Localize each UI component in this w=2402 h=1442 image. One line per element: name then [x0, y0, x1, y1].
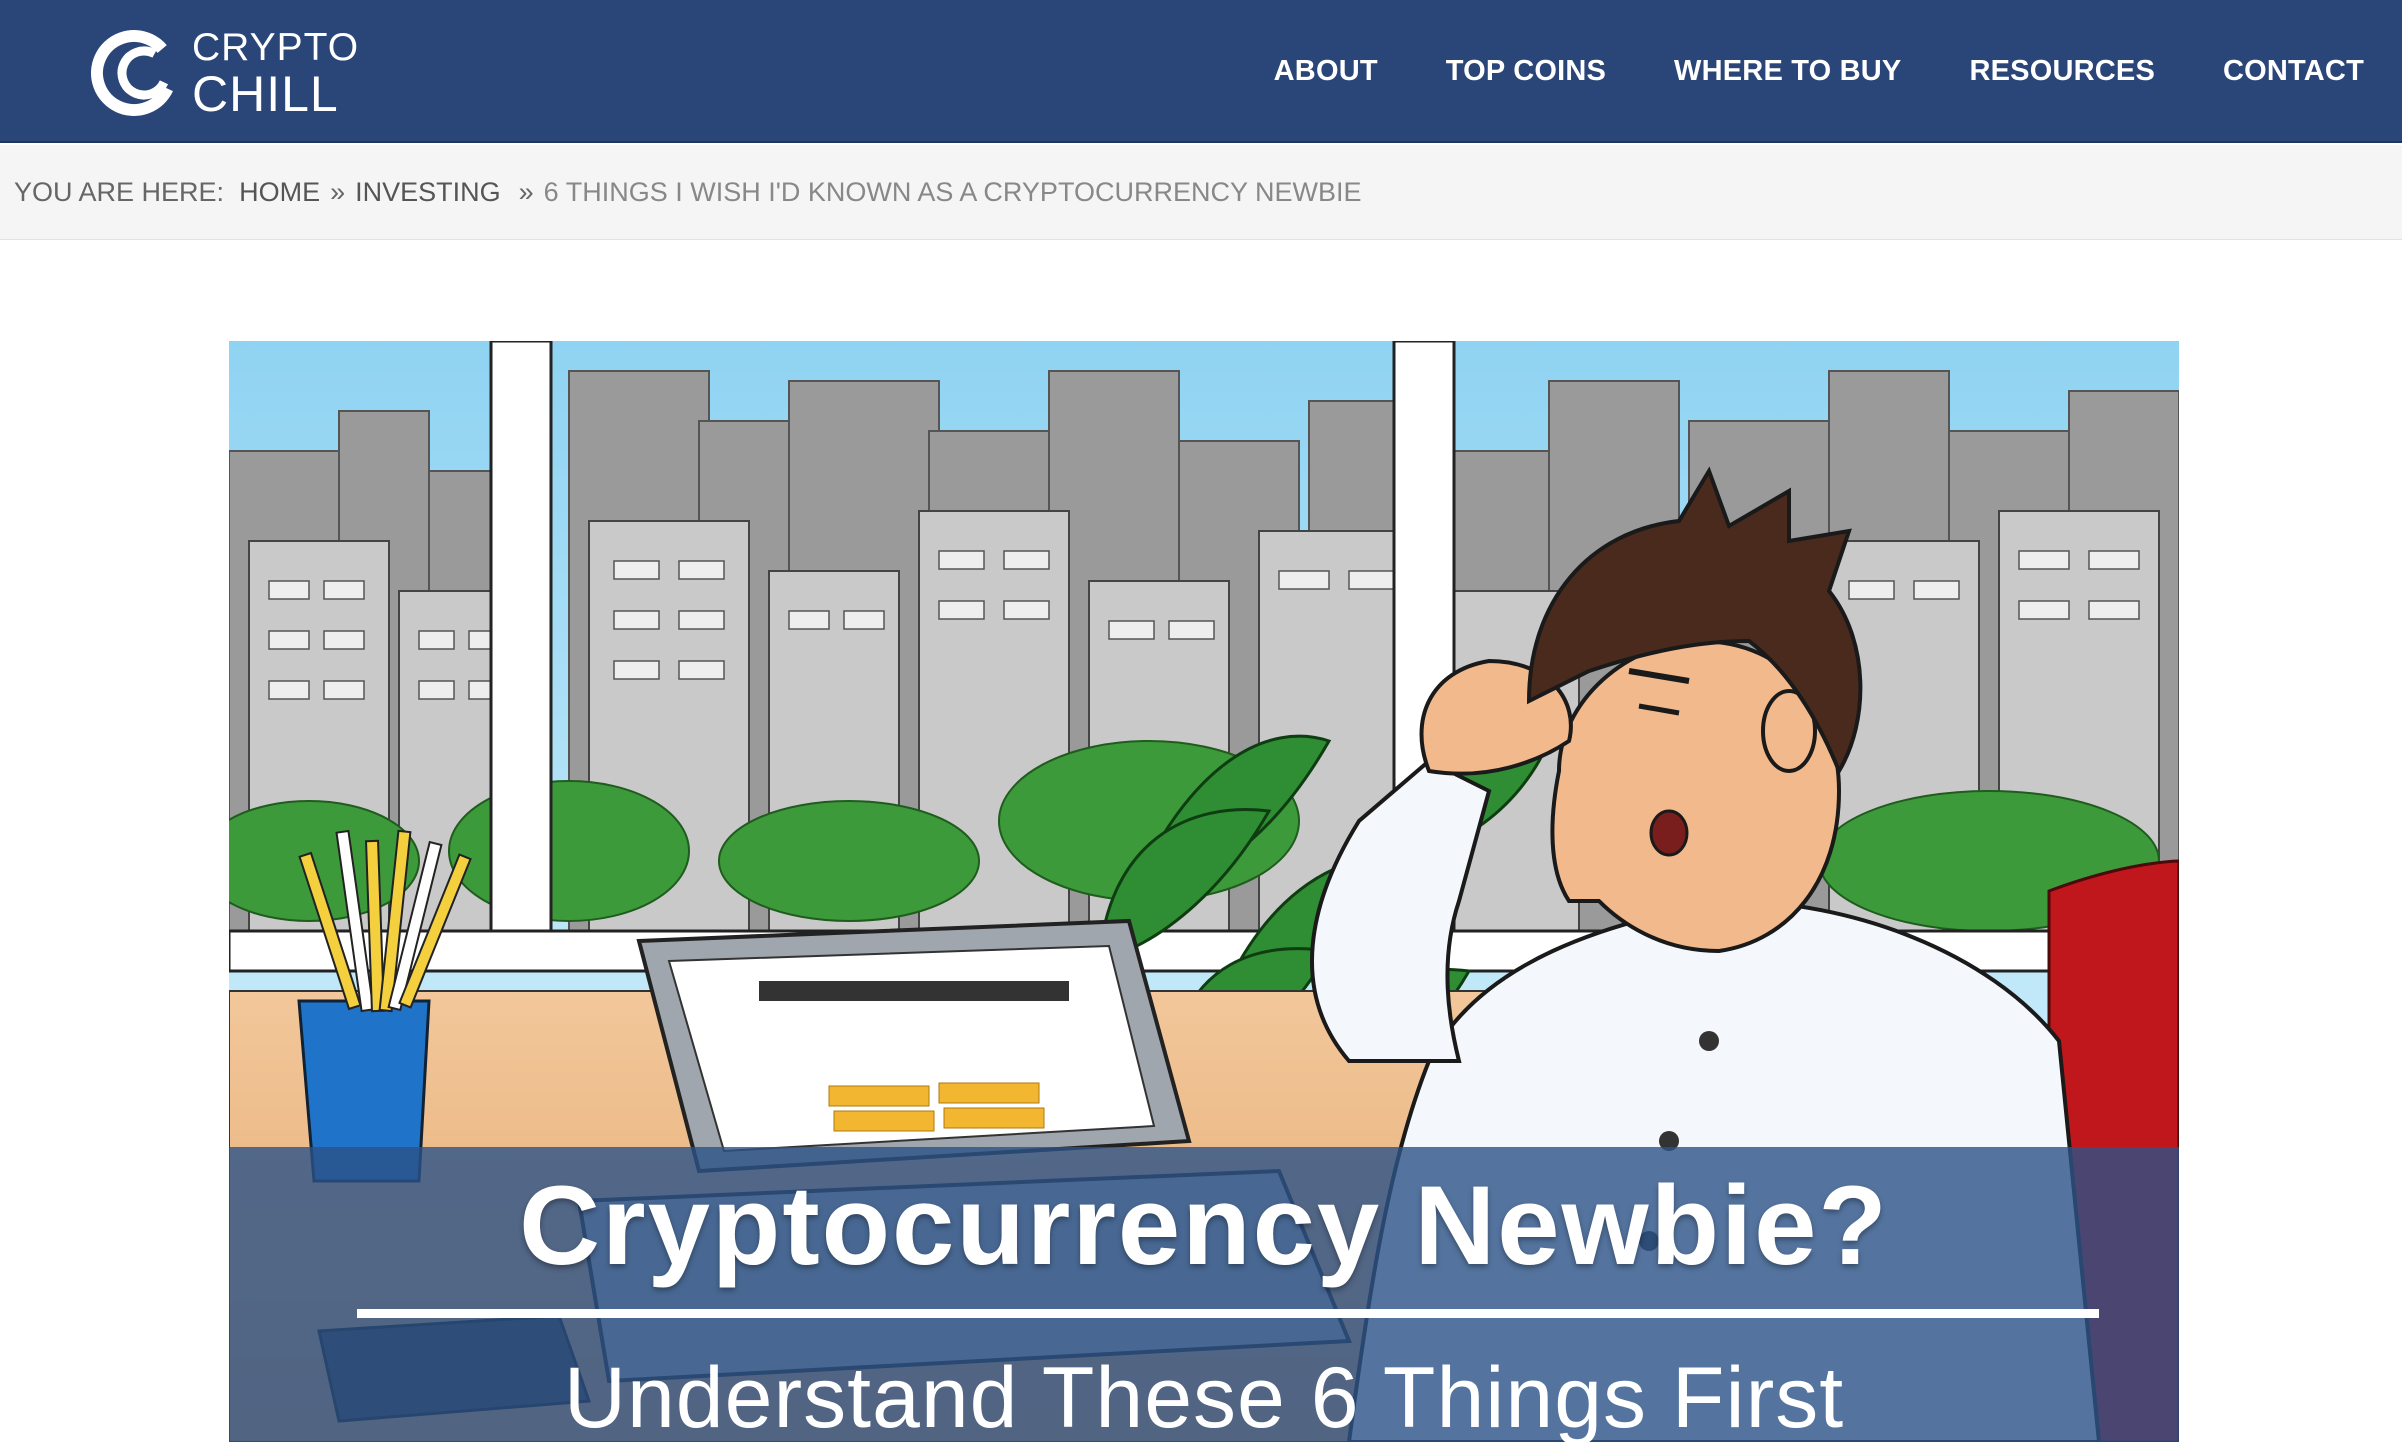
- breadcrumb-prefix: YOU ARE HERE:: [14, 176, 225, 207]
- hero-title: Cryptocurrency Newbie?: [519, 1163, 1889, 1288]
- hero-subtitle: Understand These 6 Things First: [563, 1350, 1845, 1442]
- nav-top-coins[interactable]: TOP COINS: [1446, 55, 1606, 88]
- hero-divider: [357, 1309, 2099, 1318]
- breadcrumb-investing-link[interactable]: INVESTING: [355, 177, 501, 208]
- main-nav: ABOUT TOP COINS WHERE TO BUY RESOURCES C…: [1206, 0, 2364, 143]
- featured-image: Cryptocurrency Newbie? Understand These …: [229, 341, 2179, 1442]
- nav-resources[interactable]: RESOURCES: [1969, 55, 2155, 88]
- site-header: CRYPTO CHILL ABOUT TOP COINS WHERE TO BU…: [0, 0, 2402, 143]
- crypto-chill-logo-icon: [91, 30, 177, 116]
- logo-text: CRYPTO CHILL: [192, 28, 359, 119]
- site-logo[interactable]: CRYPTO CHILL: [86, 28, 359, 119]
- breadcrumb: YOU ARE HERE: HOME » INVESTING » 6 THING…: [0, 145, 2402, 240]
- breadcrumb-home-link[interactable]: HOME: [239, 177, 320, 208]
- nav-about[interactable]: ABOUT: [1274, 55, 1378, 88]
- nav-contact[interactable]: CONTACT: [2223, 55, 2364, 88]
- breadcrumb-separator: »: [518, 176, 534, 207]
- logo-line-chill: CHILL: [192, 65, 339, 122]
- breadcrumb-separator: »: [330, 176, 346, 207]
- nav-where-to-buy[interactable]: WHERE TO BUY: [1674, 55, 1901, 88]
- breadcrumb-current-page: 6 THINGS I WISH I'D KNOWN AS A CRYPTOCUR…: [543, 176, 1362, 207]
- logo-line-crypto: CRYPTO: [192, 25, 360, 69]
